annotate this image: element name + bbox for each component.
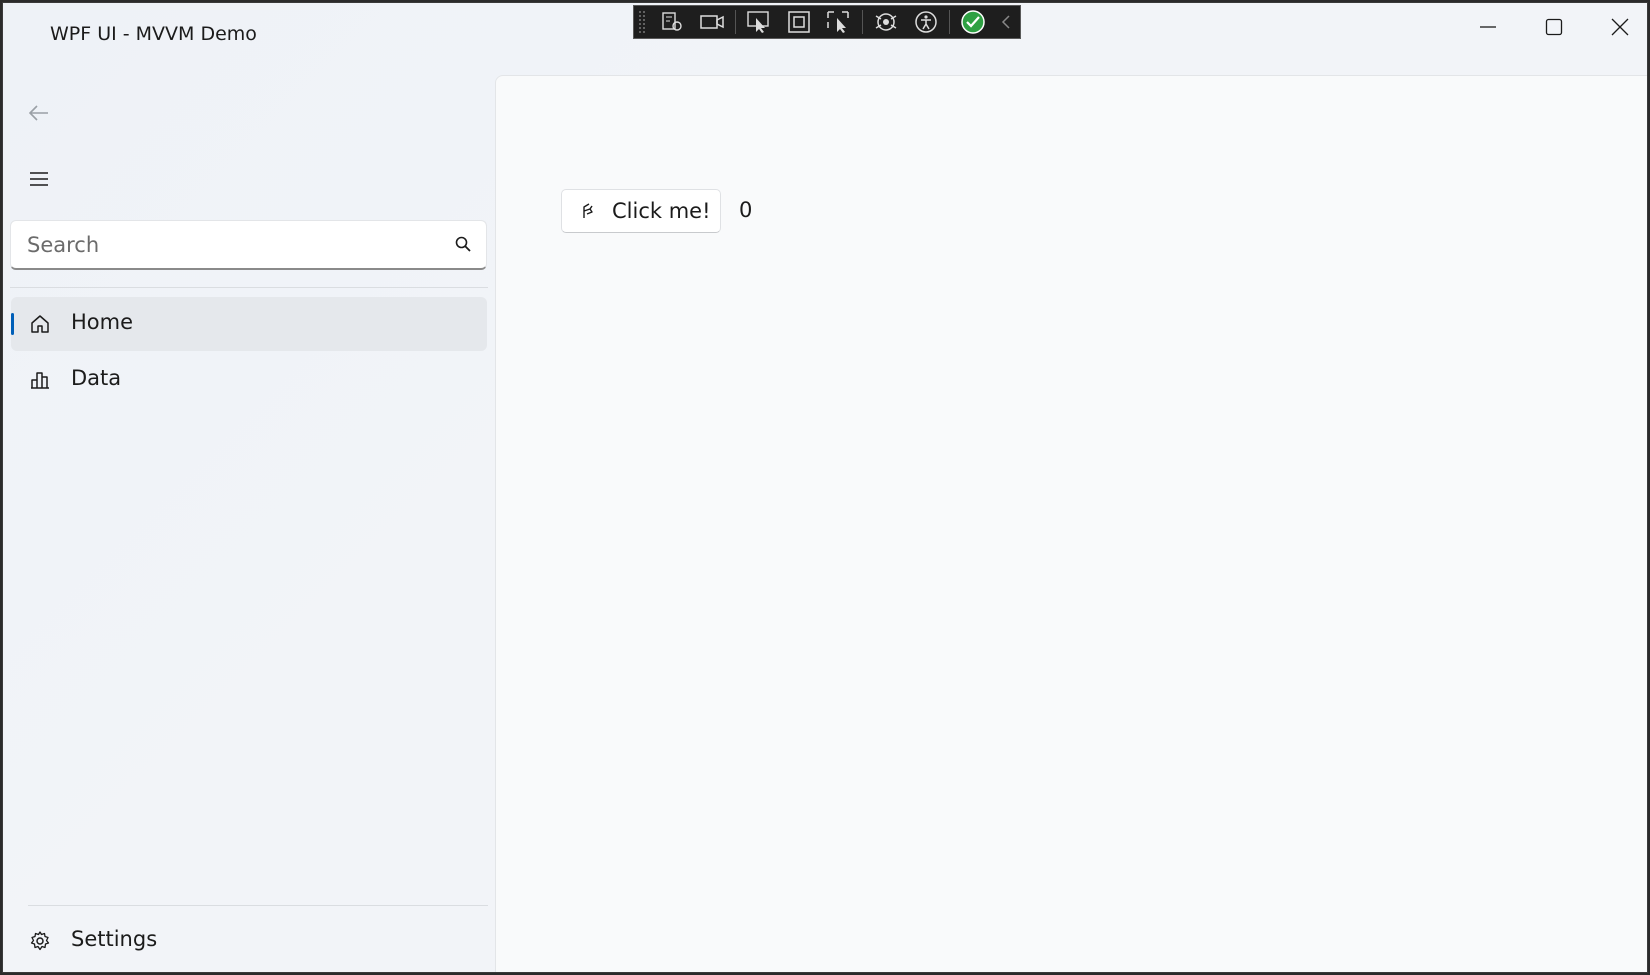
hamburger-menu-icon	[30, 172, 48, 186]
maximize-icon	[1545, 18, 1563, 36]
close-icon	[1611, 18, 1629, 36]
click-me-button[interactable]: Click me!	[561, 189, 721, 233]
fluent-icon	[583, 203, 593, 218]
close-button[interactable]	[1587, 7, 1647, 47]
search-box[interactable]	[10, 220, 487, 270]
content-frame: Click me! 0	[495, 75, 1647, 972]
back-button[interactable]	[23, 97, 55, 129]
app-window: WPF UI - MVVM Demo Search Home Data Sett…	[2, 2, 1648, 973]
counter-value: 0	[739, 198, 753, 222]
title-bar[interactable]: WPF UI - MVVM Demo	[3, 3, 1647, 67]
track-focus-icon[interactable]	[822, 8, 856, 36]
back-arrow-icon	[28, 105, 48, 121]
minimize-button[interactable]	[1455, 7, 1521, 47]
search-icon[interactable]	[454, 235, 472, 253]
xaml-debug-toolbar[interactable]	[633, 5, 1021, 39]
toolbar-separator	[949, 10, 950, 34]
window-title: WPF UI - MVVM Demo	[50, 23, 257, 45]
button-label: Click me!	[612, 199, 711, 223]
minimize-icon	[1480, 26, 1496, 28]
home-icon	[31, 315, 49, 333]
live-visual-tree-icon[interactable]	[655, 8, 689, 36]
sidebar-item-label: Home	[71, 310, 134, 334]
footer-divider	[28, 905, 488, 906]
selection-indicator	[11, 313, 14, 335]
hot-reload-icon[interactable]	[869, 8, 903, 36]
sidebar-item-data[interactable]: Data	[11, 353, 487, 407]
gear-icon	[30, 931, 50, 951]
toolbar-grip[interactable]	[638, 10, 646, 34]
sidebar-item-home[interactable]: Home	[11, 297, 487, 351]
nav-divider	[10, 287, 488, 288]
select-element-icon[interactable]	[742, 8, 776, 36]
bar-chart-icon	[31, 372, 49, 389]
sidebar-item-settings[interactable]: Settings	[11, 914, 487, 968]
pane-toggle-button[interactable]	[23, 163, 55, 195]
sidebar-item-label: Settings	[71, 927, 158, 951]
navigation-pane: Home Data Settings	[3, 67, 493, 972]
toolbar-separator	[735, 10, 736, 34]
binding-check-icon[interactable]	[956, 8, 990, 36]
video-record-icon[interactable]	[695, 8, 729, 36]
search-input[interactable]	[11, 221, 459, 269]
toolbar-separator	[862, 10, 863, 34]
accessibility-icon[interactable]	[909, 8, 943, 36]
maximize-button[interactable]	[1521, 7, 1587, 47]
collapse-chevron-icon[interactable]	[996, 8, 1016, 36]
display-layout-adorners-icon[interactable]	[782, 8, 816, 36]
sidebar-item-label: Data	[71, 366, 122, 390]
